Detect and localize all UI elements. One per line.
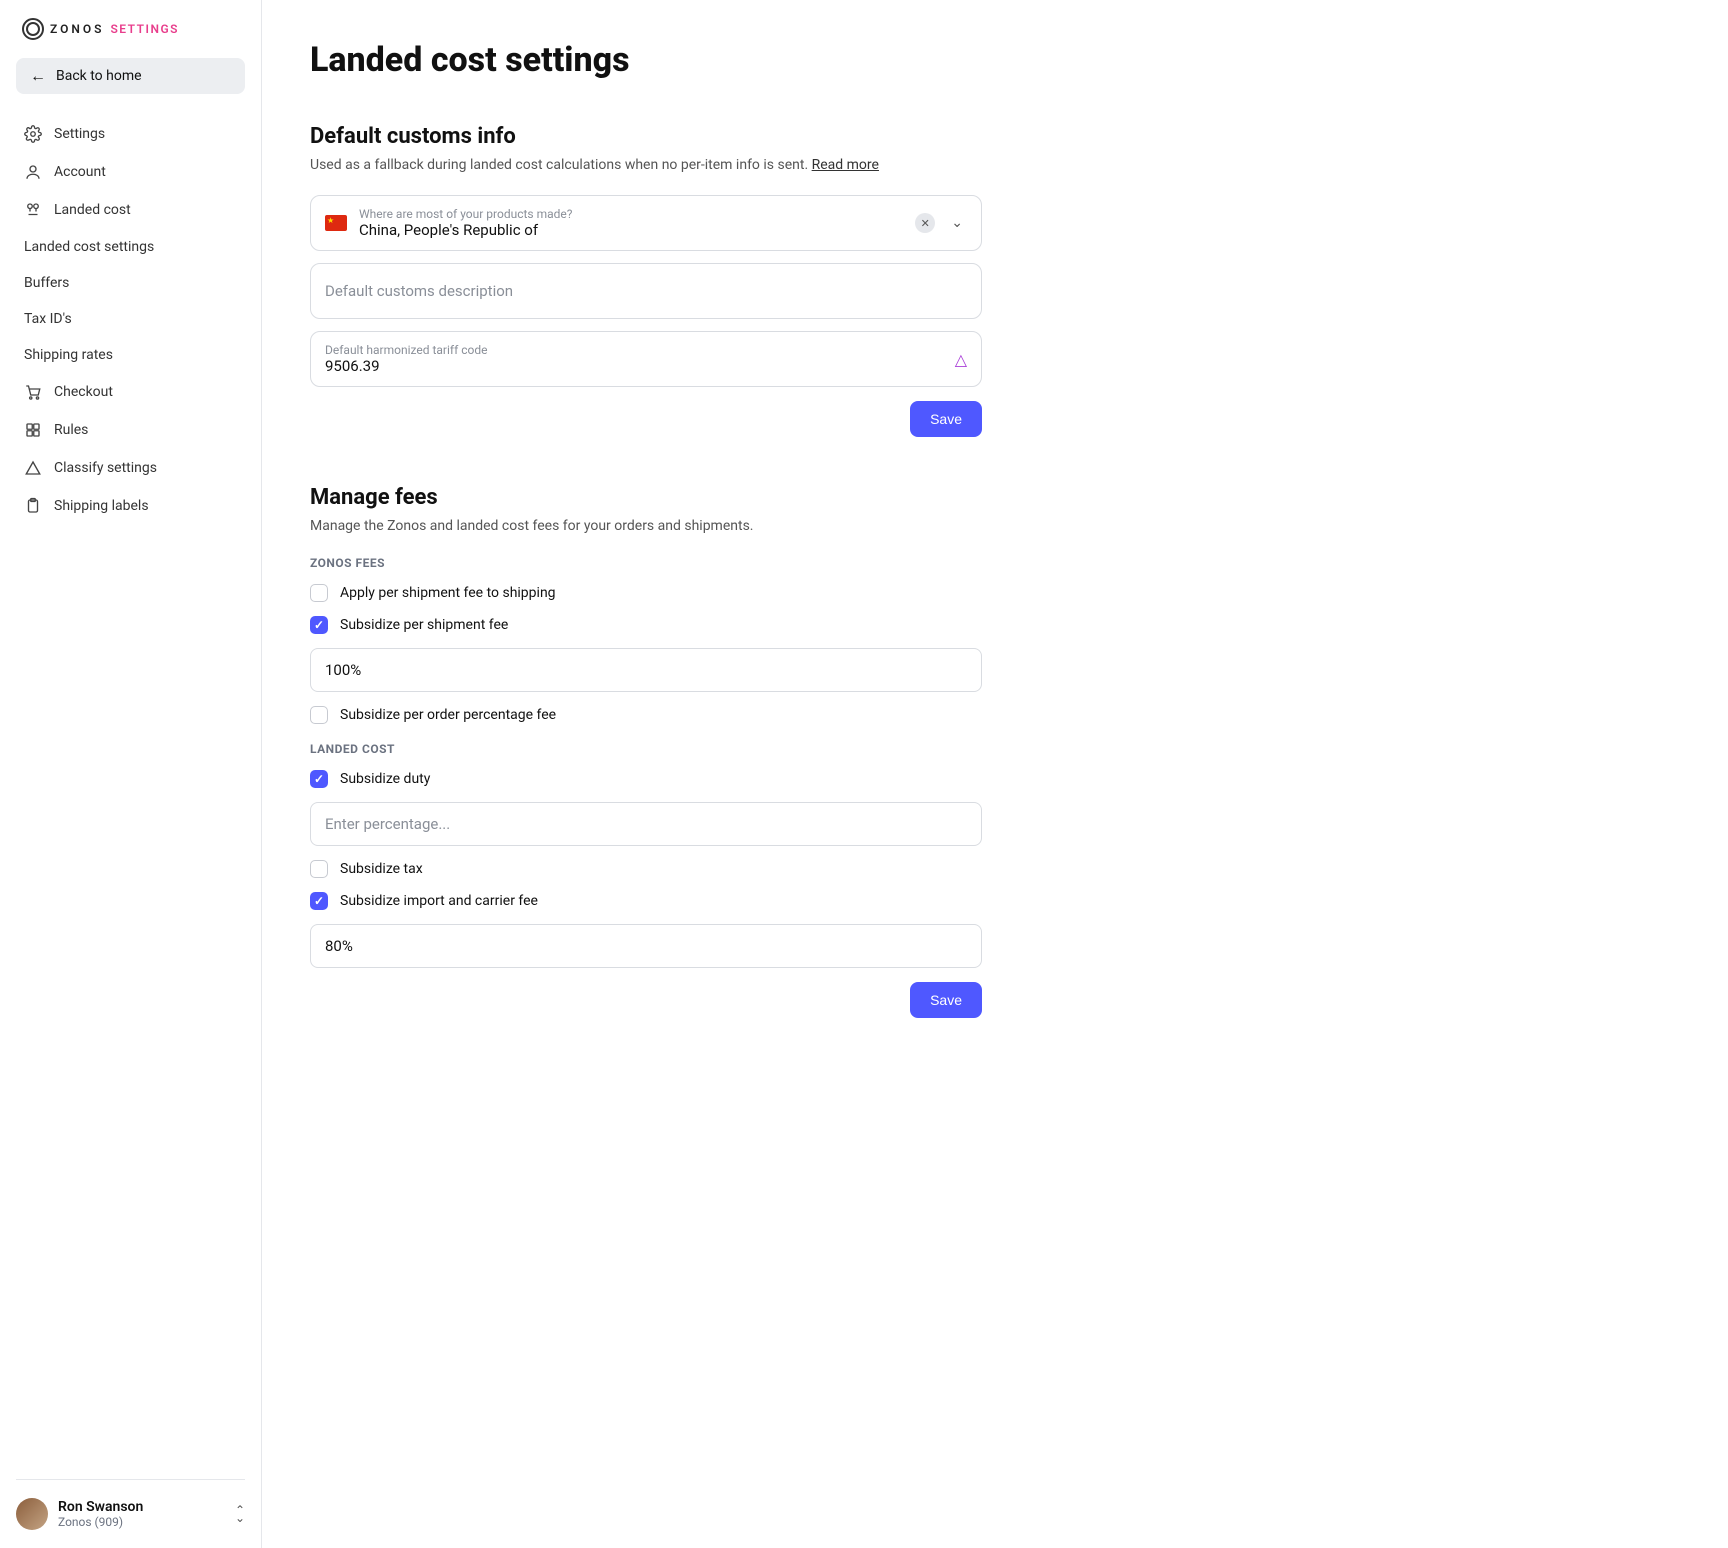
checkbox-icon bbox=[310, 706, 328, 724]
chevron-down-icon[interactable]: ⌄ bbox=[947, 215, 967, 231]
checkbox-subsidize-per-shipment[interactable]: Subsidize per shipment fee bbox=[310, 616, 1214, 634]
save-fees-button[interactable]: Save bbox=[910, 982, 982, 1018]
user-name: Ron Swanson bbox=[58, 1499, 143, 1515]
checkbox-subsidize-per-order[interactable]: Subsidize per order percentage fee bbox=[310, 706, 1214, 724]
subsidize-duty-input[interactable]: Enter percentage... bbox=[310, 802, 982, 846]
checkbox-checked-icon bbox=[310, 616, 328, 634]
nav-label: Shipping labels bbox=[54, 498, 149, 514]
avatar bbox=[16, 1498, 48, 1530]
checkbox-label: Subsidize tax bbox=[340, 861, 423, 877]
nav-list-2: Checkout Rules Classify settings Shippin… bbox=[16, 374, 245, 526]
read-more-link[interactable]: Read more bbox=[812, 157, 879, 173]
grid-icon bbox=[24, 421, 42, 439]
nav-label: Classify settings bbox=[54, 460, 157, 476]
landed-cost-header: LANDED COST bbox=[310, 742, 1214, 756]
checkbox-checked-icon bbox=[310, 892, 328, 910]
checkbox-label: Apply per shipment fee to shipping bbox=[340, 585, 556, 601]
nav-shipping-labels[interactable]: Shipping labels bbox=[16, 488, 245, 524]
user-switcher[interactable]: Ron Swanson Zonos (909) ⌃⌄ bbox=[16, 1479, 245, 1530]
nav-landed-cost[interactable]: Landed cost bbox=[16, 192, 245, 228]
user-org: Zonos (909) bbox=[58, 1515, 143, 1529]
nav-checkout[interactable]: Checkout bbox=[16, 374, 245, 410]
checkbox-label: Subsidize per order percentage fee bbox=[340, 707, 556, 723]
nav-label: Rules bbox=[54, 422, 88, 438]
subsidize-per-shipment-input[interactable]: 100% bbox=[310, 648, 982, 692]
nav-landed-cost-sub: Landed cost settings Buffers Tax ID's Sh… bbox=[16, 230, 245, 374]
checkbox-subsidize-import[interactable]: Subsidize import and carrier fee bbox=[310, 892, 1214, 910]
checkbox-label: Subsidize import and carrier fee bbox=[340, 893, 538, 909]
section-manage-fees-title: Manage fees bbox=[310, 485, 1214, 510]
triangle-icon bbox=[24, 459, 42, 477]
nav-classify-settings[interactable]: Classify settings bbox=[16, 450, 245, 486]
brand-name: ZONOS bbox=[50, 22, 104, 36]
zonos-fees-header: ZONOS FEES bbox=[310, 556, 1214, 570]
subnav-buffers[interactable]: Buffers bbox=[16, 266, 245, 300]
subsidize-import-input[interactable]: 80% bbox=[310, 924, 982, 968]
country-select[interactable]: Where are most of your products made? Ch… bbox=[310, 195, 982, 251]
logo-icon bbox=[22, 18, 44, 40]
clear-button[interactable]: ✕ bbox=[915, 213, 935, 233]
cart-icon bbox=[24, 383, 42, 401]
brand-logo: ZONOS SETTINGS bbox=[16, 18, 245, 40]
customs-description-input[interactable]: Default customs description bbox=[310, 263, 982, 319]
country-label: Where are most of your products made? bbox=[359, 207, 903, 221]
section-default-customs-desc: Used as a fallback during landed cost ca… bbox=[310, 157, 1214, 173]
subnav-tax-ids[interactable]: Tax ID's bbox=[16, 302, 245, 336]
checkbox-checked-icon bbox=[310, 770, 328, 788]
save-customs-button[interactable]: Save bbox=[910, 401, 982, 437]
checkbox-label: Subsidize duty bbox=[340, 771, 430, 787]
subnav-shipping-rates[interactable]: Shipping rates bbox=[16, 338, 245, 372]
flag-china-icon bbox=[325, 215, 347, 231]
chevron-up-down-icon: ⌃⌄ bbox=[235, 1506, 245, 1523]
nav-label: Landed cost bbox=[54, 202, 131, 218]
nav-settings[interactable]: Settings bbox=[16, 116, 245, 152]
checkbox-subsidize-tax[interactable]: Subsidize tax bbox=[310, 860, 1214, 878]
customs-desc-placeholder: Default customs description bbox=[325, 282, 513, 300]
page-title: Landed cost settings bbox=[310, 40, 1214, 80]
checkbox-label: Subsidize per shipment fee bbox=[340, 617, 508, 633]
checkbox-subsidize-duty[interactable]: Subsidize duty bbox=[310, 770, 1214, 788]
hs-value: 9506.39 bbox=[325, 357, 943, 375]
main-content: Landed cost settings Default customs inf… bbox=[262, 0, 1262, 1548]
landed-cost-icon bbox=[24, 201, 42, 219]
checkbox-icon bbox=[310, 584, 328, 602]
user-icon bbox=[24, 163, 42, 181]
checkbox-icon bbox=[310, 860, 328, 878]
nav-list: Settings Account Landed cost bbox=[16, 116, 245, 230]
nav-label: Checkout bbox=[54, 384, 113, 400]
brand-section: SETTINGS bbox=[110, 22, 179, 36]
clipboard-icon bbox=[24, 497, 42, 515]
section-manage-fees-desc: Manage the Zonos and landed cost fees fo… bbox=[310, 518, 1214, 534]
classify-triangle-icon: △ bbox=[955, 350, 967, 369]
nav-account[interactable]: Account bbox=[16, 154, 245, 190]
subnav-landed-cost-settings[interactable]: Landed cost settings bbox=[16, 230, 245, 264]
nav-label: Settings bbox=[54, 126, 105, 142]
arrow-left-icon: ← bbox=[30, 68, 46, 84]
hs-code-input[interactable]: Default harmonized tariff code 9506.39 △ bbox=[310, 331, 982, 387]
back-to-home-button[interactable]: ← Back to home bbox=[16, 58, 245, 94]
nav-label: Account bbox=[54, 164, 106, 180]
back-label: Back to home bbox=[56, 68, 142, 84]
gear-icon bbox=[24, 125, 42, 143]
sidebar: ZONOS SETTINGS ← Back to home Settings A… bbox=[0, 0, 262, 1548]
checkbox-apply-per-shipment[interactable]: Apply per shipment fee to shipping bbox=[310, 584, 1214, 602]
country-value: China, People's Republic of bbox=[359, 221, 903, 239]
hs-label: Default harmonized tariff code bbox=[325, 343, 943, 357]
nav-rules[interactable]: Rules bbox=[16, 412, 245, 448]
section-default-customs-title: Default customs info bbox=[310, 124, 1214, 149]
